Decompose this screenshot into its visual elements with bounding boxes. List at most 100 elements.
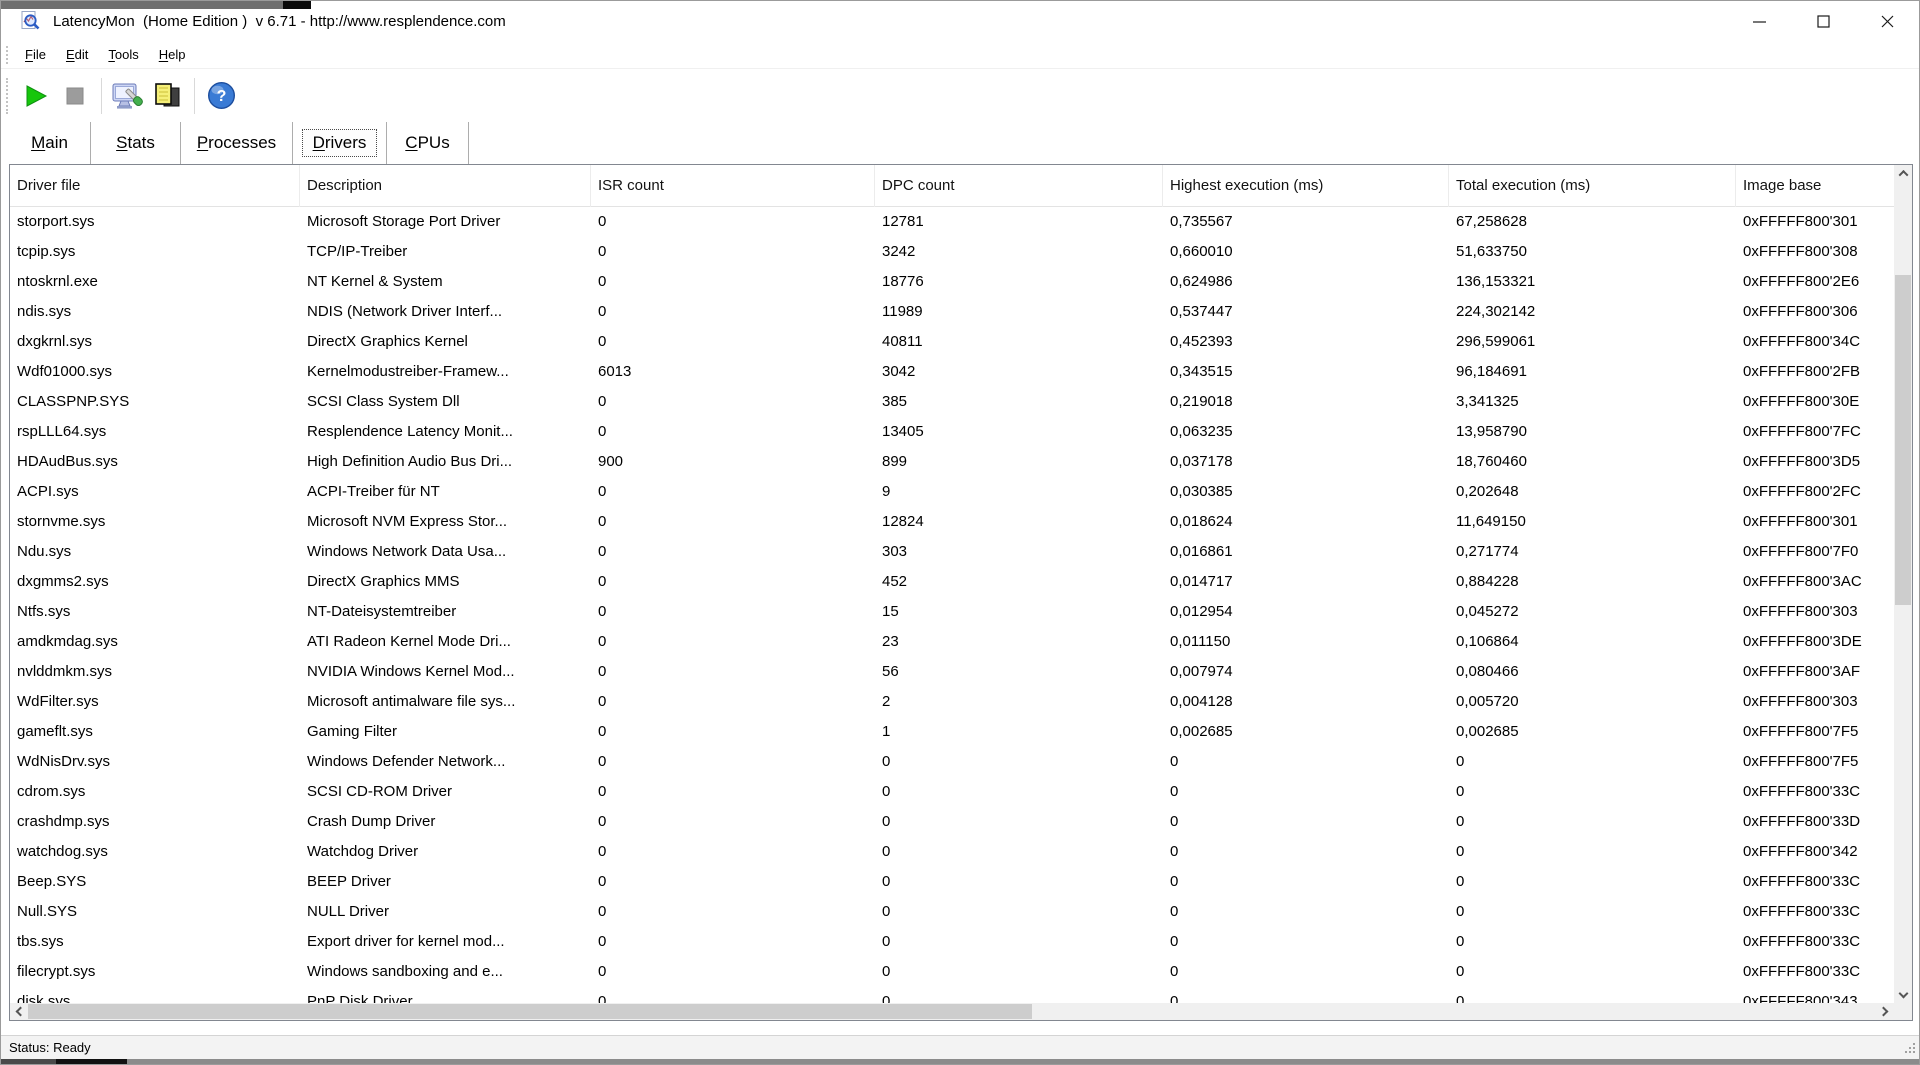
cell-total-execution: 51,633750 [1456, 243, 1527, 260]
cell-dpc-count: 303 [882, 543, 908, 560]
cell-highest-execution: 0 [1170, 963, 1179, 980]
table-row[interactable]: Wdf01000.sys Kernelmodustreiber-Framew..… [10, 357, 1894, 387]
cell-isr-count: 0 [598, 933, 607, 950]
table-row[interactable]: Null.SYS NULL Driver 0 0 0 0 0xFFFFF800'… [10, 897, 1894, 927]
cell-highest-execution: 0 [1170, 783, 1179, 800]
report-button[interactable] [148, 76, 188, 116]
cell-driver-file: WdFilter.sys [17, 693, 99, 710]
vertical-scrollbar[interactable] [1894, 165, 1912, 1003]
cell-dpc-count: 0 [882, 993, 891, 1003]
cell-total-execution: 296,599061 [1456, 333, 1536, 350]
menu-item-help[interactable]: Help [149, 44, 196, 66]
cell-dpc-count: 0 [882, 813, 891, 830]
cell-image-base: 0xFFFFF800'2E6 [1743, 273, 1860, 290]
cell-isr-count: 0 [598, 483, 607, 500]
tab-drivers[interactable]: Drivers [293, 122, 387, 164]
table-row[interactable]: ACPI.sys ACPI-Treiber für NT 0 9 0,03038… [10, 477, 1894, 507]
monitor-screwdriver-icon [112, 83, 143, 109]
tab-cpus[interactable]: CPUs [387, 122, 469, 164]
table-row[interactable]: storport.sys Microsoft Storage Port Driv… [10, 207, 1894, 237]
cell-driver-file: gameflt.sys [17, 723, 93, 740]
menu-item-edit[interactable]: Edit [56, 44, 98, 66]
cell-driver-file: tcpip.sys [17, 243, 76, 260]
table-row[interactable]: amdkmdag.sys ATI Radeon Kernel Mode Dri.… [10, 627, 1894, 657]
table-row[interactable]: dxgmms2.sys DirectX Graphics MMS 0 452 0… [10, 567, 1894, 597]
table-row[interactable]: cdrom.sys SCSI CD-ROM Driver 0 0 0 0 0xF… [10, 777, 1894, 807]
close-button[interactable] [1855, 1, 1919, 41]
menu-item-tools[interactable]: Tools [98, 44, 148, 66]
cell-isr-count: 0 [598, 603, 607, 620]
maximize-button[interactable] [1791, 1, 1855, 41]
cell-description: ATI Radeon Kernel Mode Dri... [307, 633, 511, 650]
column-header-total-execution[interactable]: Total execution (ms) [1449, 165, 1736, 207]
scroll-right-button[interactable] [1876, 1003, 1894, 1020]
cell-driver-file: filecrypt.sys [17, 963, 96, 980]
cell-image-base: 0xFFFFF800'3DE [1743, 633, 1862, 650]
vertical-scroll-thumb[interactable] [1895, 275, 1911, 605]
column-header-image-base[interactable]: Image base [1736, 165, 1894, 207]
table-row[interactable]: Ndu.sys Windows Network Data Usa... 0 30… [10, 537, 1894, 567]
latencymon-window: LatencyMon (Home Edition ) v 6.71 - http… [0, 0, 1920, 1065]
table-row[interactable]: crashdmp.sys Crash Dump Driver 0 0 0 0 0… [10, 807, 1894, 837]
table-row[interactable]: watchdog.sys Watchdog Driver 0 0 0 0 0xF… [10, 837, 1894, 867]
cell-dpc-count: 385 [882, 393, 908, 410]
help-button[interactable]: ? [201, 76, 241, 116]
analyze-button[interactable] [108, 76, 148, 116]
cell-total-execution: 0 [1456, 783, 1465, 800]
scroll-left-button[interactable] [10, 1003, 28, 1020]
start-monitor-button[interactable] [15, 76, 55, 116]
cell-dpc-count: 12824 [882, 513, 924, 530]
column-header-highest-execution[interactable]: Highest execution (ms) [1163, 165, 1449, 207]
tab-main[interactable]: Main [9, 122, 91, 164]
cell-image-base: 0xFFFFF800'33C [1743, 933, 1861, 950]
menu-item-file[interactable]: File [15, 44, 56, 66]
column-header-isr-count[interactable]: ISR count [591, 165, 875, 207]
scroll-up-button[interactable] [1894, 165, 1912, 182]
horizontal-scrollbar[interactable] [10, 1003, 1894, 1020]
cell-isr-count: 0 [598, 903, 607, 920]
table-row[interactable]: CLASSPNP.SYS SCSI Class System Dll 0 385… [10, 387, 1894, 417]
cell-image-base: 0xFFFFF800'7FC [1743, 423, 1861, 440]
cell-dpc-count: 0 [882, 843, 891, 860]
table-row[interactable]: HDAudBus.sys High Definition Audio Bus D… [10, 447, 1894, 477]
table-row[interactable]: gameflt.sys Gaming Filter 0 1 0,002685 0… [10, 717, 1894, 747]
table-row[interactable]: nvlddmkm.sys NVIDIA Windows Kernel Mod..… [10, 657, 1894, 687]
table-header: Driver file Description ISR count DPC co… [10, 165, 1894, 207]
table-row[interactable]: tcpip.sys TCP/IP-Treiber 0 3242 0,660010… [10, 237, 1894, 267]
cell-dpc-count: 899 [882, 453, 908, 470]
table-row[interactable]: ntoskrnl.exe NT Kernel & System 0 18776 … [10, 267, 1894, 297]
cell-dpc-count: 3042 [882, 363, 916, 380]
table-row[interactable]: WdFilter.sys Microsoft antimalware file … [10, 687, 1894, 717]
bottom-edge-sliver [1, 1059, 1919, 1064]
table-row[interactable]: dxgkrnl.sys DirectX Graphics Kernel 0 40… [10, 327, 1894, 357]
cell-highest-execution: 0,624986 [1170, 273, 1233, 290]
column-header-driver-file[interactable]: Driver file [10, 165, 300, 207]
minimize-button[interactable] [1727, 1, 1791, 41]
table-row[interactable]: ndis.sys NDIS (Network Driver Interf... … [10, 297, 1894, 327]
scroll-down-button[interactable] [1894, 986, 1912, 1003]
cell-highest-execution: 0,037178 [1170, 453, 1233, 470]
cell-dpc-count: 0 [882, 873, 891, 890]
cell-driver-file: Wdf01000.sys [17, 363, 113, 380]
table-row[interactable]: Beep.SYS BEEP Driver 0 0 0 0 0xFFFFF800'… [10, 867, 1894, 897]
cell-total-execution: 67,258628 [1456, 213, 1527, 230]
table-row[interactable]: rspLLL64.sys Resplendence Latency Monit.… [10, 417, 1894, 447]
table-row[interactable]: Ntfs.sys NT-Dateisystemtreiber 0 15 0,01… [10, 597, 1894, 627]
horizontal-scroll-thumb[interactable] [28, 1004, 1032, 1019]
stop-monitor-button[interactable] [55, 76, 95, 116]
resize-grip[interactable] [1913, 1051, 1915, 1053]
close-icon [1881, 15, 1893, 27]
tab-stats[interactable]: Stats [91, 122, 181, 164]
table-row[interactable]: WdNisDrv.sys Windows Defender Network...… [10, 747, 1894, 777]
cell-highest-execution: 0 [1170, 993, 1179, 1003]
column-header-description[interactable]: Description [300, 165, 591, 207]
cell-total-execution: 0 [1456, 753, 1465, 770]
minimize-icon [1752, 20, 1766, 23]
table-row[interactable]: tbs.sys Export driver for kernel mod... … [10, 927, 1894, 957]
tab-processes[interactable]: Processes [181, 122, 293, 164]
table-row[interactable]: stornvme.sys Microsoft NVM Express Stor.… [10, 507, 1894, 537]
table-row[interactable]: disk.sys PnP Disk Driver 0 0 0 0 0xFFFFF… [10, 987, 1894, 1003]
column-header-dpc-count[interactable]: DPC count [875, 165, 1163, 207]
cell-isr-count: 900 [598, 453, 624, 470]
table-row[interactable]: filecrypt.sys Windows sandboxing and e..… [10, 957, 1894, 987]
